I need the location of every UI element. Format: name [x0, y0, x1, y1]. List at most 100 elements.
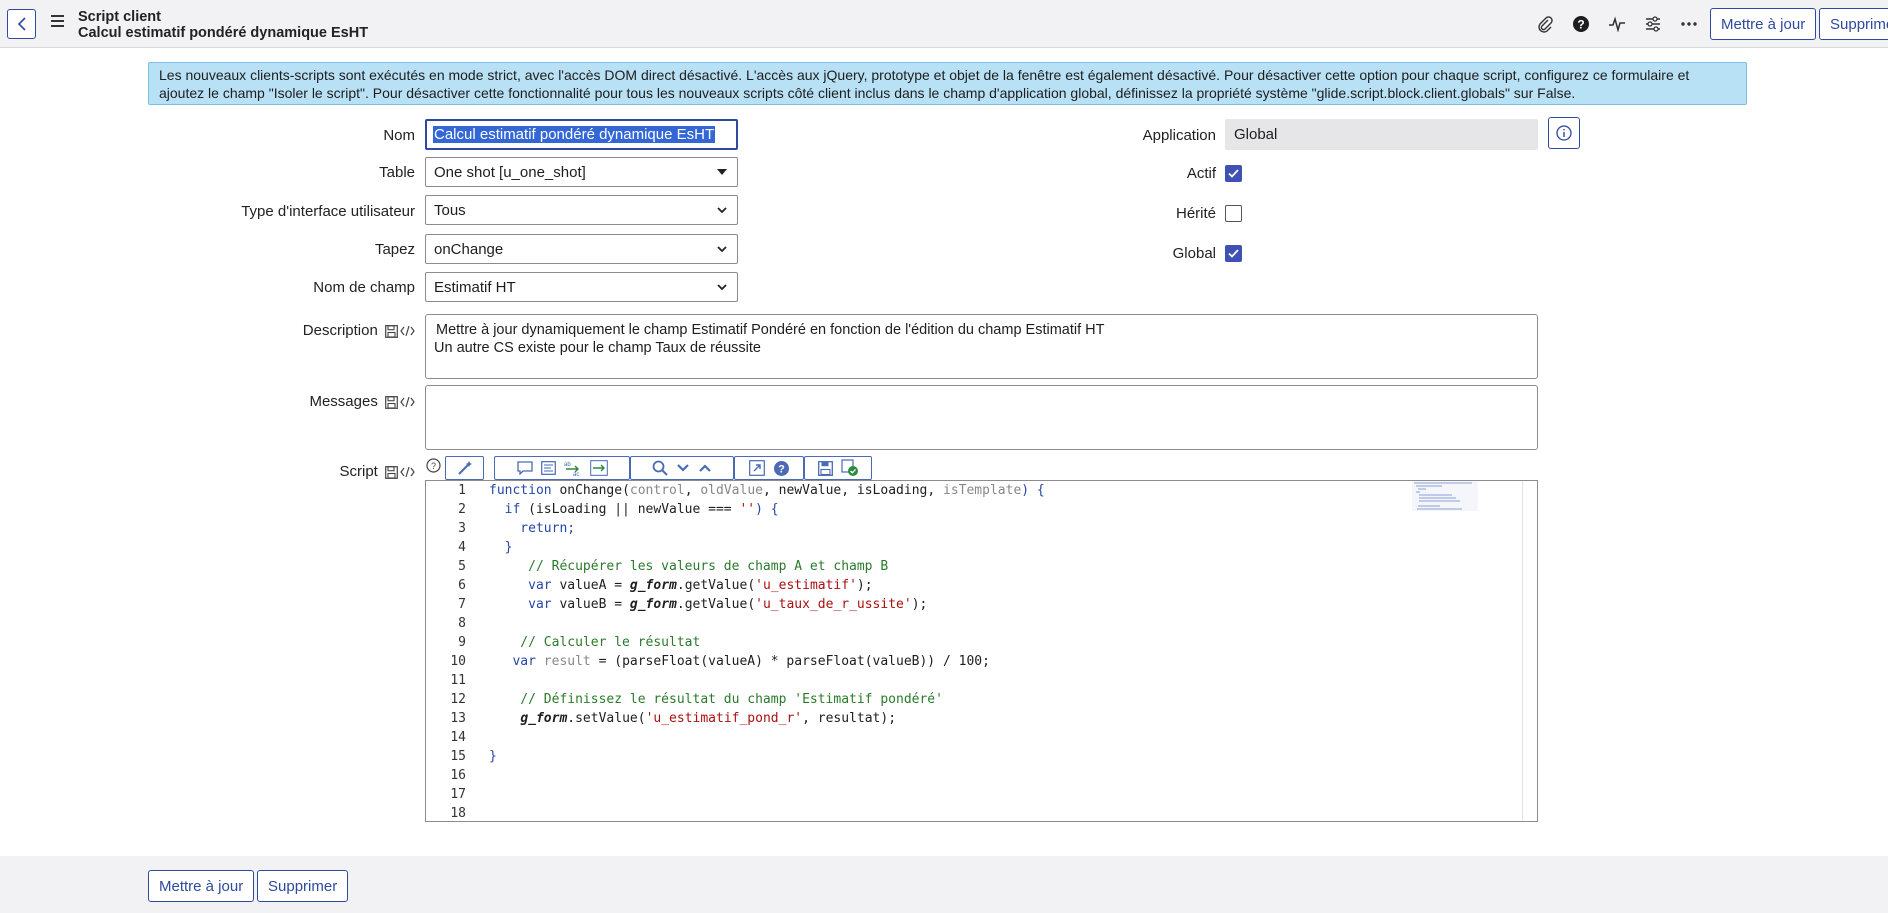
- line-number: 4: [458, 540, 466, 555]
- global-checkbox[interactable]: [1225, 245, 1242, 262]
- code-line: 8: [426, 614, 1486, 633]
- line-number: 18: [450, 806, 466, 821]
- more-options-icon[interactable]: [1679, 14, 1699, 34]
- table-label: Table: [379, 164, 415, 181]
- question-circle-icon[interactable]: ?: [773, 460, 790, 477]
- code-icon[interactable]: [400, 396, 415, 408]
- svg-text:?: ?: [778, 463, 785, 475]
- save-icon[interactable]: [385, 324, 398, 338]
- back-button[interactable]: [7, 9, 36, 39]
- code-icon[interactable]: [400, 466, 415, 478]
- code-line: 14: [426, 728, 1486, 747]
- code-line: 16: [426, 766, 1486, 785]
- table-select[interactable]: One shot [u_one_shot]: [425, 157, 738, 187]
- code-line: 3 return;: [426, 519, 1486, 538]
- description-line-1: Mettre à jour dynamiquement le champ Est…: [436, 322, 1105, 338]
- code-line: 18: [426, 804, 1486, 821]
- ui-type-label: Type d'interface utilisateur: [241, 203, 415, 220]
- save-icon[interactable]: [385, 465, 398, 479]
- messages-textarea[interactable]: [425, 385, 1538, 450]
- tapez-select[interactable]: onChange: [425, 234, 738, 264]
- svg-text:?: ?: [1577, 18, 1584, 32]
- description-textarea[interactable]: Mettre à jour dynamiquement le champ Est…: [425, 314, 1538, 379]
- nom-input[interactable]: Calcul estimatif pondéré dynamique EsHT: [425, 119, 738, 150]
- description-label: Description: [302, 322, 378, 339]
- line-number: 7: [458, 597, 466, 612]
- chevron-down-icon: [717, 284, 727, 291]
- herite-label: Hérité: [1175, 205, 1216, 222]
- search-tools-group: [630, 456, 734, 480]
- code-line: 2 if (isLoading || newValue === '') {: [426, 500, 1486, 519]
- view-tools-group: ?: [734, 456, 804, 480]
- script-editor[interactable]: 1 function onChange(control, oldValue, n…: [425, 480, 1538, 822]
- description-label-group: Description: [303, 322, 415, 339]
- editor-scrollbar[interactable]: [1522, 481, 1537, 821]
- line-number: 15: [450, 749, 466, 764]
- delete-button-footer[interactable]: Supprimer: [257, 870, 349, 902]
- save-icon[interactable]: [817, 460, 833, 476]
- line-number: 13: [450, 711, 466, 726]
- field-name-select[interactable]: Estimatif HT: [425, 272, 738, 302]
- activity-icon[interactable]: [1607, 14, 1627, 34]
- format-code-icon[interactable]: [540, 461, 556, 475]
- chevron-down-icon: [717, 246, 727, 253]
- line-number: 16: [450, 768, 466, 783]
- code-line: 17: [426, 785, 1486, 804]
- script-help-icon[interactable]: ?: [426, 458, 441, 473]
- actif-label: Actif: [1186, 165, 1216, 182]
- form-title: Calcul estimatif pondéré dynamique EsHT: [78, 25, 369, 41]
- toggle-syntax-button[interactable]: [445, 456, 484, 480]
- field-name-select-value: Estimatif HT: [434, 278, 516, 296]
- line-number: 2: [458, 502, 466, 517]
- chevron-up-icon[interactable]: [698, 463, 712, 473]
- update-button-footer[interactable]: Mettre à jour: [148, 870, 255, 902]
- fullscreen-icon[interactable]: [748, 460, 765, 476]
- help-icon[interactable]: ?: [1571, 14, 1591, 34]
- line-number: 12: [450, 692, 466, 707]
- ui-type-select[interactable]: Tous: [425, 195, 738, 225]
- line-number: 5: [458, 559, 466, 574]
- info-icon: [1556, 125, 1572, 141]
- form-footer: Mettre à jour Supprimer: [0, 856, 1888, 913]
- application-field: Global: [1225, 119, 1538, 150]
- herite-checkbox[interactable]: [1225, 205, 1242, 222]
- settings-sliders-icon[interactable]: [1643, 14, 1663, 34]
- replace-icon[interactable]: abac: [564, 460, 582, 476]
- line-number: 11: [450, 673, 466, 688]
- nom-input-value: Calcul estimatif pondéré dynamique EsHT: [433, 126, 716, 143]
- actif-checkbox[interactable]: [1225, 165, 1242, 182]
- field-name-label: Nom de champ: [313, 279, 415, 296]
- application-info-button[interactable]: [1548, 117, 1580, 149]
- paperclip-icon[interactable]: [1535, 14, 1555, 34]
- chevron-down-icon[interactable]: [676, 463, 690, 473]
- caret-down-icon: [717, 169, 727, 175]
- delete-button-header[interactable]: Supprime: [1819, 8, 1888, 40]
- hamburger-menu-icon[interactable]: [51, 15, 64, 29]
- nom-label: Nom: [383, 127, 415, 144]
- script-check-icon[interactable]: [840, 459, 859, 477]
- search-icon[interactable]: [652, 460, 668, 476]
- save-tools-group: [804, 456, 872, 480]
- svg-text:ac: ac: [573, 472, 579, 476]
- update-button-header[interactable]: Mettre à jour: [1710, 8, 1817, 40]
- strict-mode-alert: Les nouveaux clients-scripts sont exécut…: [148, 62, 1747, 105]
- comment-icon[interactable]: [516, 461, 533, 475]
- tapez-label: Tapez: [374, 241, 415, 258]
- code-line: 6 var valueA = g_form.getValue('u_estima…: [426, 576, 1486, 595]
- edit-tools-group: ab ac: [494, 456, 630, 480]
- code-icon[interactable]: [400, 325, 415, 337]
- form-subtitle: Script client: [78, 9, 161, 25]
- form-header: Script client Calcul estimatif pondéré d…: [0, 0, 1888, 48]
- ui-type-select-value: Tous: [434, 201, 466, 219]
- script-label-group: Script: [339, 463, 415, 480]
- replace-all-icon[interactable]: [589, 460, 608, 476]
- chevron-down-icon: [717, 207, 727, 214]
- code-line: 5 // Récupérer les valeurs de champ A et…: [426, 557, 1486, 576]
- save-icon[interactable]: [385, 395, 398, 409]
- code-line: 4 }: [426, 538, 1486, 557]
- line-number: 3: [458, 521, 466, 536]
- code-line: 15 }: [426, 747, 1486, 766]
- messages-label: Messages: [309, 393, 378, 410]
- code-line: 13 g_form.setValue('u_estimatif_pond_r',…: [426, 709, 1486, 728]
- svg-text:ab: ab: [564, 462, 571, 468]
